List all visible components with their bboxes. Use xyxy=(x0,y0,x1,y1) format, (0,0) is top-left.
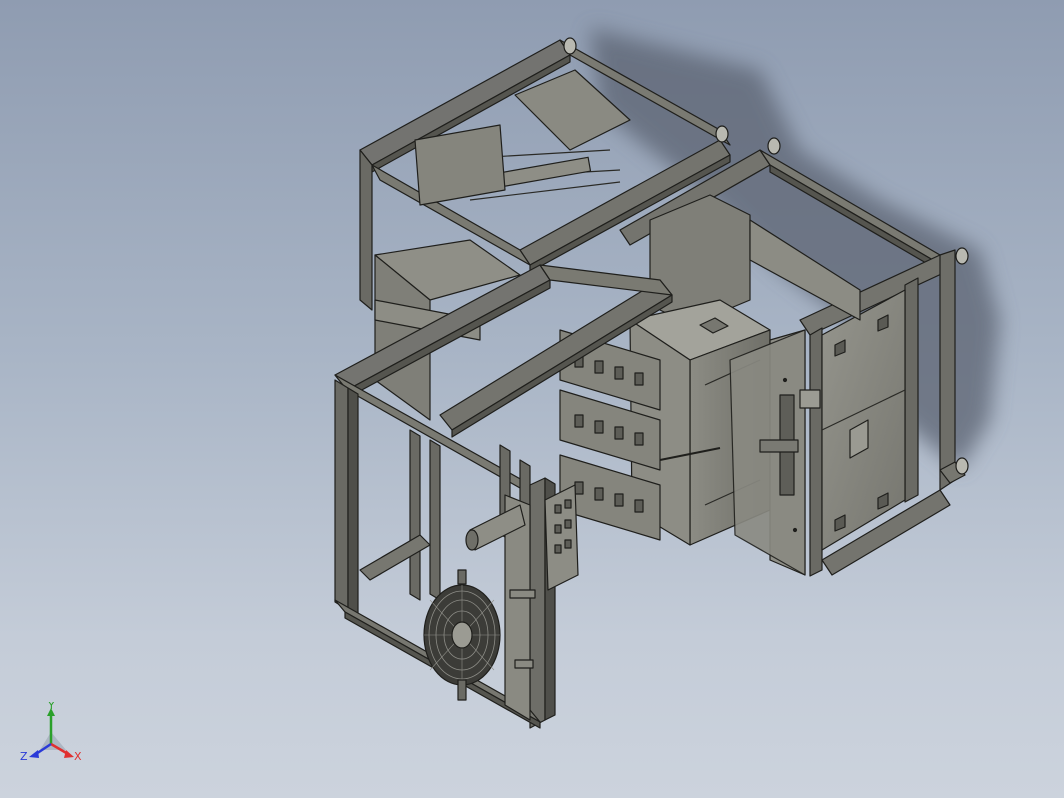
z-axis-arrow-icon xyxy=(29,750,39,758)
y-axis-label: Y xyxy=(47,702,55,712)
orientation-triad[interactable]: Y X Z xyxy=(18,702,88,772)
z-axis-label: Z xyxy=(20,750,28,763)
assembly-model[interactable] xyxy=(0,0,1064,798)
graphics-viewport[interactable]: Y X Z xyxy=(0,0,1064,798)
x-axis-label: X xyxy=(74,750,82,763)
